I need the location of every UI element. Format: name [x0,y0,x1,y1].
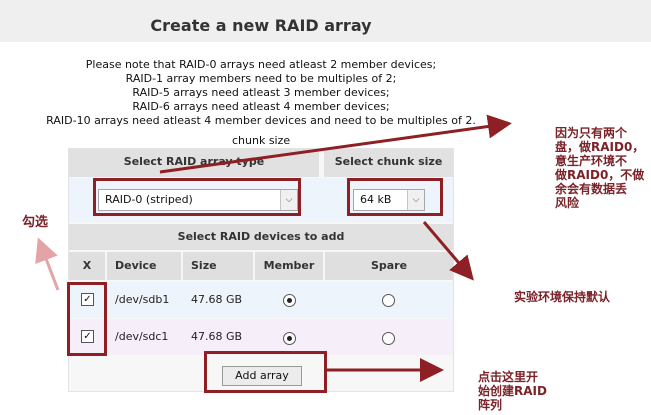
spare-radio[interactable] [382,294,395,307]
page-title: Create a new RAID array [150,16,372,35]
device-name: /dev/sdc1 [115,330,169,343]
annotation-box-chunk [347,178,443,216]
annotation-box-add-button [204,351,327,393]
note-line: 风险 [555,196,580,210]
col-spare: Spare [325,252,453,280]
note-line: 始创建RAID [478,384,547,398]
device-size: 47.68 GB [191,293,243,306]
raid-notes: Please note that RAID-0 arrays need atle… [0,58,522,128]
device-size: 47.68 GB [191,330,243,343]
spare-radio[interactable] [382,332,395,345]
note-line: RAID-6 arrays need atleast 4 member devi… [132,100,390,113]
annotation-box-raid-type [93,178,301,216]
note-line: RAID-5 arrays need atleast 3 member devi… [132,86,390,99]
col-size: Size [183,252,253,280]
note-line: 做RAID0，不做 [555,168,645,182]
note-line: 意生产环境不 [555,154,628,168]
chunk-size-header: Select chunk size [324,149,453,177]
devices-header: Select RAID devices to add [69,224,453,250]
right-warning-note: 因为只有两个 盘，做RAID0， 意生产环境不 做RAID0，不做 余会有数据丢… [555,126,644,210]
check-annotation: 勾选 [22,215,49,230]
note-line: 余会有数据丢 [555,182,628,196]
col-device: Device [107,252,181,280]
click-note: 点击这里开 始创建RAID 阵列 [478,370,547,412]
device-name: /dev/sdb1 [115,293,170,306]
note-line: 阵列 [478,398,503,412]
note-line: 盘，做RAID0， [555,140,645,154]
note-line: 点击这里开 [478,370,539,384]
note-line: RAID-10 arrays need atleast 4 member dev… [46,114,476,127]
col-member: Member [255,252,323,280]
note-line: 因为只有两个 [555,126,628,140]
member-radio[interactable] [283,294,296,307]
member-radio[interactable] [283,332,296,345]
default-note: 实验环境保持默认 [514,290,611,304]
annotation-box-checkboxes [67,282,107,356]
note-line: RAID-1 array members need to be multiple… [125,72,397,85]
note-line: Please note that RAID-0 arrays need atle… [85,58,437,71]
chunk-size-note: chunk size [232,134,291,147]
arrow-to-check-label [35,237,60,291]
raid-type-header: Select RAID array type [69,149,319,177]
col-select: X [69,252,105,280]
